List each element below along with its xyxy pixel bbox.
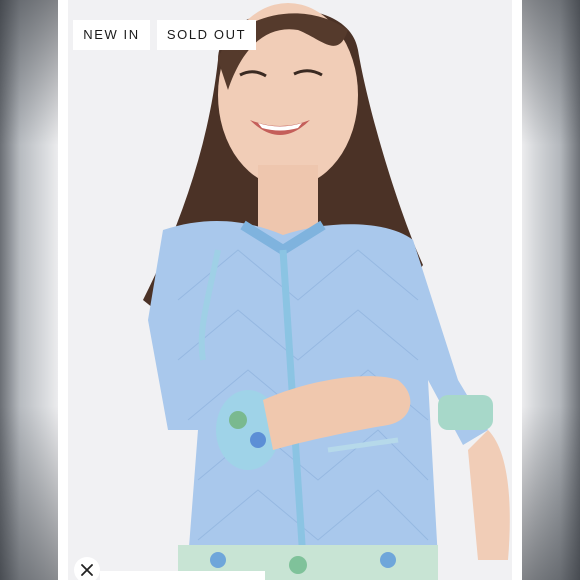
caption-bar [100,571,265,580]
sold-out-badge: SOLD OUT [157,20,256,50]
close-button[interactable] [74,557,100,580]
product-photo[interactable] [58,0,522,580]
child-jacket-illustration [143,3,510,580]
close-icon [81,564,93,576]
blurred-backdrop-left [0,0,58,580]
blurred-backdrop-right [522,0,580,580]
listing-image-viewer: NEW IN SOLD OUT [0,0,580,580]
new-in-badge: NEW IN [73,20,150,50]
